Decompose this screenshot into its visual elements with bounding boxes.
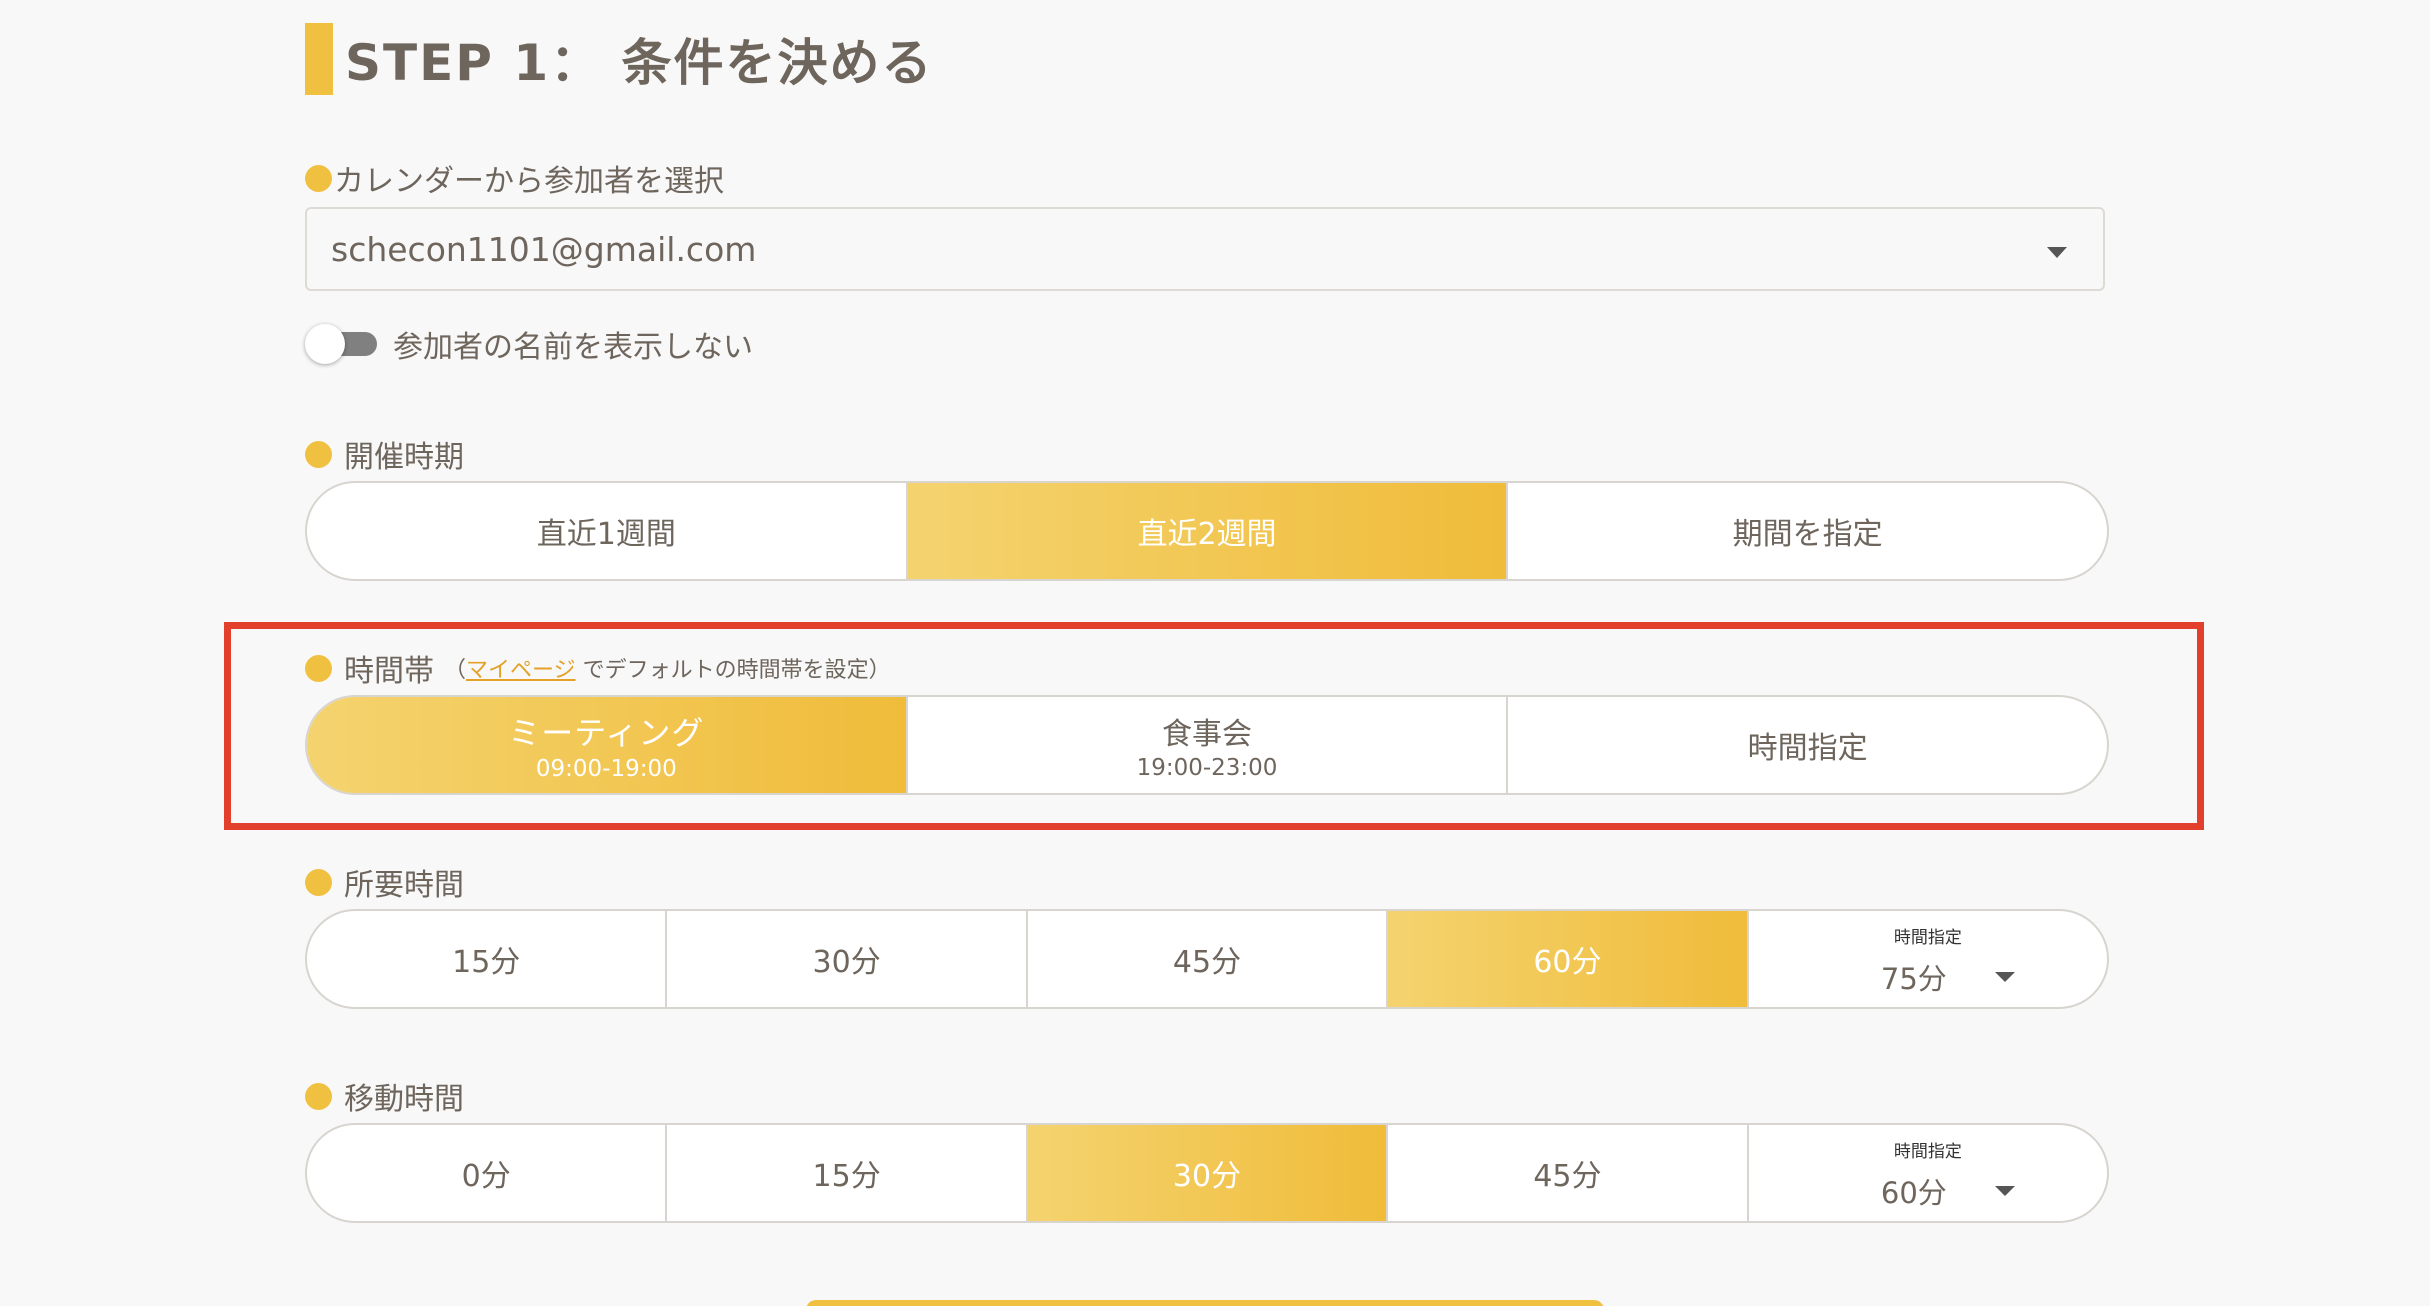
option-label: 30分 — [812, 945, 881, 980]
option-label: 直近2週間 — [1137, 517, 1277, 552]
option-label: 45分 — [1172, 945, 1242, 980]
timeslot-option-custom[interactable]: 時間指定 — [1506, 697, 2107, 793]
calendar-label: カレンダーから参加者を選択 — [305, 156, 724, 200]
dropdown-caption: 時間指定 — [1893, 928, 1962, 948]
period-option-2weeks[interactable]: 直近2週間 — [905, 483, 1507, 579]
duration-option-45[interactable]: 45分 — [1025, 911, 1386, 1007]
timeslot-option-meeting[interactable]: ミーティング 09:00-19:00 — [307, 697, 906, 793]
step-accent-bar — [305, 23, 333, 95]
chevron-down-icon — [1994, 972, 2015, 982]
option-label: 時間指定 — [1747, 731, 1868, 766]
duration-option-60[interactable]: 60分 — [1386, 911, 1747, 1007]
travel-option-30[interactable]: 30分 — [1025, 1125, 1387, 1221]
period-option-custom[interactable]: 期間を指定 — [1506, 483, 2107, 579]
travel-option-0[interactable]: 0分 — [307, 1125, 665, 1221]
option-label: 60分 — [1533, 945, 1602, 980]
option-label: 15分 — [812, 1159, 881, 1194]
option-label: 15分 — [452, 945, 521, 980]
toggle-knob — [305, 324, 345, 364]
step-title: STEP 1： 条件を決める — [345, 34, 934, 92]
hide-names-toggle[interactable] — [305, 324, 379, 364]
travel-option-15[interactable]: 15分 — [665, 1125, 1025, 1221]
period-label: 開催時期 — [305, 432, 464, 476]
option-label: 食事会 — [1162, 717, 1252, 752]
option-label: 期間を指定 — [1732, 517, 1883, 552]
option-label: ミーティング — [508, 714, 705, 752]
period-segmented-control: 直近1週間 直近2週間 期間を指定 — [305, 481, 2109, 581]
step-heading: STEP 1： 条件を決める — [305, 22, 934, 96]
hide-names-row: 参加者の名前を表示しない — [305, 322, 753, 366]
dropdown-value: 60分 — [1880, 1176, 1947, 1210]
duration-segmented-control: 15分 30分 45分 60分 時間指定 75分 — [305, 909, 2109, 1009]
bullet-dot-icon — [305, 654, 332, 682]
dropdown-row: 75分 — [1881, 956, 2015, 998]
travel-segmented-control: 0分 15分 30分 45分 時間指定 60分 — [305, 1123, 2109, 1223]
dropdown-caption: 時間指定 — [1893, 1142, 1962, 1162]
duration-custom-dropdown[interactable]: 時間指定 75分 — [1746, 911, 2107, 1007]
option-range: 09:00-19:00 — [535, 756, 677, 782]
bullet-dot-icon — [305, 440, 332, 468]
timeslot-option-dinner[interactable]: 食事会 19:00-23:00 — [905, 697, 1507, 793]
page: STEP 1： 条件を決める カレンダーから参加者を選択 schecon1101… — [0, 0, 2430, 1306]
calendar-select-value: schecon1101@gmail.com — [331, 229, 757, 269]
duration-label: 所要時間 — [305, 860, 464, 904]
option-label: 0分 — [461, 1159, 511, 1194]
bullet-dot-icon — [305, 868, 332, 896]
mypage-link[interactable]: マイページ — [466, 658, 576, 683]
duration-option-30[interactable]: 30分 — [665, 911, 1025, 1007]
option-label: 30分 — [1172, 1159, 1242, 1194]
travel-option-45[interactable]: 45分 — [1386, 1125, 1746, 1221]
travel-label-text: 移動時間 — [344, 1082, 464, 1117]
option-range: 19:00-23:00 — [1136, 755, 1278, 781]
next-step-button[interactable] — [806, 1300, 1604, 1306]
dropdown-row: 60分 — [1881, 1170, 2015, 1212]
option-label: 直近1週間 — [536, 517, 676, 552]
dropdown-value: 75分 — [1880, 962, 1947, 996]
chevron-down-icon — [1994, 1186, 2015, 1196]
duration-label-text: 所要時間 — [344, 868, 464, 903]
bullet-dot-icon — [305, 164, 332, 192]
period-option-1week[interactable]: 直近1週間 — [307, 483, 906, 579]
hint-suffix: でデフォルトの時間帯を設定） — [575, 658, 891, 683]
option-label: 45分 — [1533, 1159, 1602, 1194]
calendar-label-text: カレンダーから参加者を選択 — [334, 164, 724, 199]
travel-label: 移動時間 — [305, 1074, 464, 1118]
travel-custom-dropdown[interactable]: 時間指定 60分 — [1746, 1125, 2107, 1221]
chevron-down-icon — [2047, 247, 2067, 258]
duration-option-15[interactable]: 15分 — [307, 911, 665, 1007]
bullet-dot-icon — [305, 1082, 332, 1110]
period-label-text: 開催時期 — [344, 440, 464, 475]
calendar-select[interactable]: schecon1101@gmail.com — [305, 207, 2105, 291]
timeslot-segmented-control: ミーティング 09:00-19:00 食事会 19:00-23:00 時間指定 — [305, 695, 2109, 795]
hide-names-label: 参加者の名前を表示しない — [393, 330, 753, 365]
hint-prefix: （ — [444, 658, 467, 683]
timeslot-hint: （マイページ でデフォルトの時間帯を設定） — [444, 652, 891, 684]
timeslot-label-text: 時間帯 — [344, 654, 434, 689]
timeslot-label: 時間帯 （マイページ でデフォルトの時間帯を設定） — [305, 646, 891, 690]
